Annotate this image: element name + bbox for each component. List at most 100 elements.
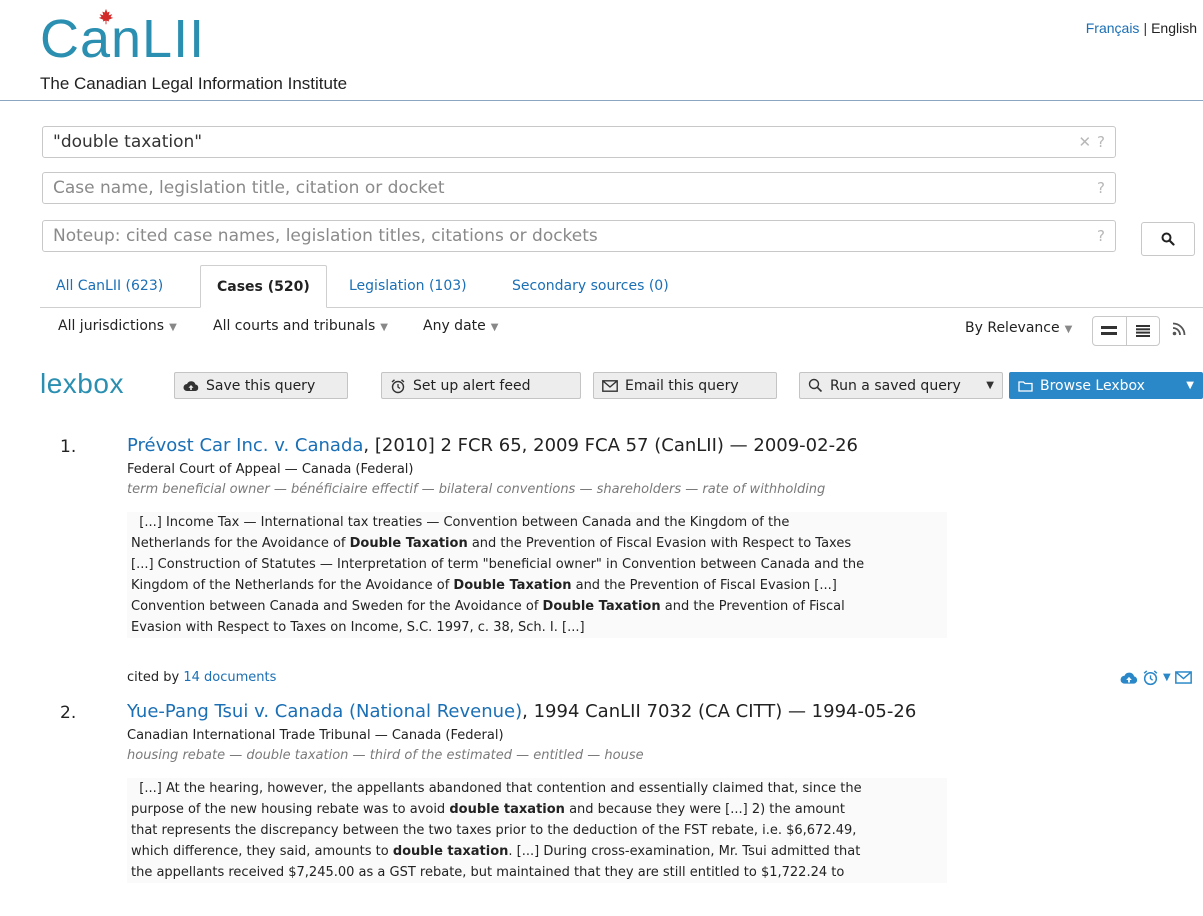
envelope-icon[interactable] [1174,671,1192,684]
view-toggle [1092,316,1160,346]
snippet-highlight: Double Taxation [542,599,661,614]
alert-feed-button[interactable]: Set up alert feed [381,372,581,399]
email-query-label: Email this query [625,377,739,394]
case-name-input[interactable]: Case name, legislation title, citation o… [42,172,1116,204]
snippet-highlight: Double Taxation [349,536,468,551]
sort-label: By Relevance [965,320,1060,336]
result-tabs: All CanLII (623) Cases (520) Legislation… [40,265,1203,308]
alert-feed-label: Set up alert feed [413,377,531,394]
tab-cases[interactable]: Cases (520) [200,265,327,308]
snippet-line: that represents the discrepancy between … [131,820,943,841]
date-label: Any date [423,318,486,334]
alarm-clock-icon[interactable] [1142,669,1159,686]
rss-icon[interactable] [1172,322,1186,336]
cited-prefix: cited by [127,670,184,685]
cloud-upload-icon [183,380,199,391]
snippet-text: . [...] During cross-examination, Mr. Ts… [508,844,861,859]
help-icon[interactable]: ? [1097,133,1105,151]
noteup-placeholder: Noteup: cited case names, legislation ti… [53,226,598,246]
text-search-input[interactable]: "double taxation" ✕? [42,126,1116,158]
date-filter[interactable]: Any date ▼ [423,318,498,334]
result-court: Federal Court of Appeal — Canada (Federa… [127,462,414,477]
result-actions: ▼ [1120,669,1192,686]
caret-down-icon[interactable]: ▼ [1163,672,1171,683]
browse-lexbox-label: Browse Lexbox [1040,377,1145,394]
snippet-text: purpose of the new housing rebate was to… [131,802,450,817]
alarm-clock-icon [391,378,405,393]
result-number: 1. [60,437,77,457]
save-query-button[interactable]: Save this query [174,372,348,399]
cloud-upload-icon[interactable] [1120,671,1138,685]
snippet-text: Evasion with Respect to Taxes on Income,… [131,620,585,635]
language-switcher: Français | English [1086,20,1197,36]
result-citation: , [2010] 2 FCR 65, 2009 FCA 57 (CanLII) … [363,435,858,456]
caret-down-icon: ▼ [169,322,177,333]
compact-view-button[interactable] [1093,317,1127,345]
case-name-placeholder: Case name, legislation title, citation o… [53,178,445,198]
snippet-text: Convention between Canada and Sweden for… [131,599,543,614]
search-icon [1161,232,1175,246]
result-citation: , 1994 CanLII 7032 (CA CITT) — 1994-05-2… [522,701,917,722]
email-query-button[interactable]: Email this query [593,372,777,399]
courts-label: All courts and tribunals [213,318,376,334]
help-icon[interactable]: ? [1097,227,1105,245]
caret-down-icon[interactable]: ▼ [1186,380,1194,391]
caret-down-icon: ▼ [1064,324,1073,335]
text-search-value: "double taxation" [53,132,203,152]
snippet-line: [...] Construction of Statutes — Interpr… [131,554,943,575]
snippet-line: the appellants received $7,245.00 as a G… [131,862,943,883]
detailed-view-button[interactable] [1127,317,1160,345]
result-title-link[interactable]: Yue-Pang Tsui v. Canada (National Revenu… [127,701,522,722]
snippet-text: the appellants received $7,245.00 as a G… [131,865,845,880]
noteup-input[interactable]: Noteup: cited case names, legislation ti… [42,220,1116,252]
caret-down-icon: ▼ [380,322,388,333]
search-button[interactable] [1141,222,1195,256]
site-header: CanLII The Canadian Legal Information In… [0,0,1203,101]
maple-leaf-icon [98,8,114,25]
sort-dropdown[interactable]: By Relevance ▼ [965,320,1072,336]
cited-by-link[interactable]: 14 documents [183,670,276,685]
caret-down-icon[interactable]: ▼ [986,380,994,391]
lexbox-logo: lexbox [40,368,124,399]
folder-icon [1018,380,1033,392]
snippet-text: Netherlands for the Avoidance of [131,536,350,551]
envelope-icon [602,379,618,392]
snippet-line: Evasion with Respect to Taxes on Income,… [131,617,943,638]
tab-legislation[interactable]: Legislation (103) [333,265,483,307]
search-icon [808,378,823,393]
result-keywords: term beneficial owner — bénéficiaire eff… [127,482,826,497]
snippet-line: purpose of the new housing rebate was to… [131,799,943,820]
snippet-text: [...] At the hearing, however, the appel… [139,781,862,796]
detailed-list-icon [1135,325,1150,337]
canlii-logo[interactable]: CanLII [40,12,205,66]
browse-lexbox-button[interactable]: Browse Lexbox ▼ [1009,372,1203,399]
jurisdictions-filter[interactable]: All jurisdictions ▼ [58,318,177,334]
snippet-text: that represents the discrepancy between … [131,823,857,838]
caret-down-icon: ▼ [490,322,499,333]
lang-french-link[interactable]: Français [1086,20,1140,36]
result-title-link[interactable]: Prévost Car Inc. v. Canada [127,435,363,456]
snippet-line: [...] At the hearing, however, the appel… [131,778,943,799]
clear-icon[interactable]: ✕ [1078,133,1091,151]
snippet-line: [...] Income Tax — International tax tre… [131,512,943,533]
lang-english[interactable]: English [1151,20,1197,36]
save-query-label: Save this query [206,377,316,394]
snippet-text: and because they were [...] 2) the amoun… [564,802,845,817]
snippet-text: Kingdom of the Netherlands for the Avoid… [131,578,454,593]
help-icon[interactable]: ? [1097,179,1105,197]
result-snippet: [...] At the hearing, however, the appel… [127,778,947,883]
run-saved-query-label: Run a saved query [830,377,961,394]
result-title: Prévost Car Inc. v. Canada, [2010] 2 FCR… [127,435,858,456]
snippet-text: [...] Construction of Statutes — Interpr… [131,557,865,572]
tab-all-canlii[interactable]: All CanLII (623) [40,265,179,307]
run-saved-query-button[interactable]: Run a saved query ▼ [799,372,1003,399]
snippet-highlight: double taxation [449,802,565,817]
snippet-text: and the Prevention of Fiscal [660,599,845,614]
tab-secondary-sources[interactable]: Secondary sources (0) [496,265,685,307]
site-tagline: The Canadian Legal Information Institute [40,74,348,93]
courts-filter[interactable]: All courts and tribunals ▼ [213,318,388,334]
snippet-text: and the Prevention of Fiscal Evasion [..… [571,578,837,593]
snippet-line: Netherlands for the Avoidance of Double … [131,533,943,554]
snippet-line: Convention between Canada and Sweden for… [131,596,943,617]
compact-list-icon [1101,326,1118,335]
